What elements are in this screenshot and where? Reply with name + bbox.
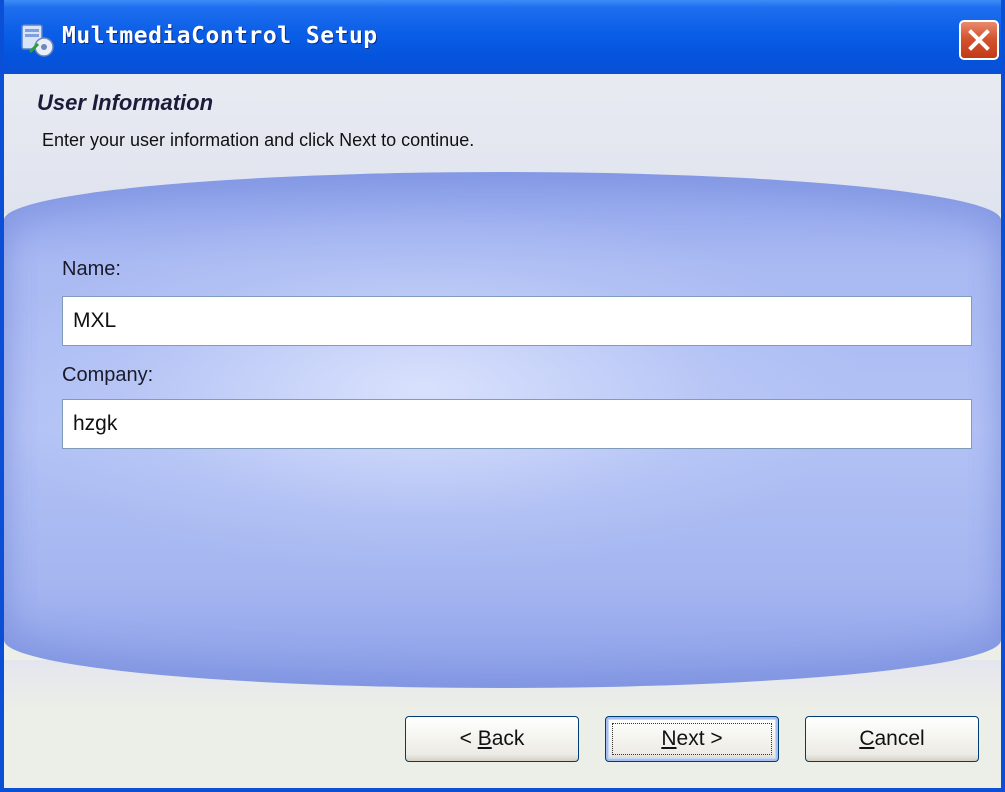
title-bar[interactable]: MultmediaControl Setup — [4, 0, 1001, 74]
page-title: User Information — [37, 90, 214, 115]
page-subtitle: Enter your user information and click Ne… — [42, 130, 475, 150]
cancel-button[interactable]: Cancel — [805, 716, 979, 762]
window-title: MultmediaControl Setup — [62, 23, 378, 49]
cancel-button-rest: ancel — [874, 727, 925, 750]
back-button-mnemonic: B — [477, 727, 492, 750]
next-button[interactable]: Next > — [605, 716, 779, 762]
name-input[interactable] — [62, 296, 972, 346]
close-icon — [968, 29, 990, 51]
focus-rectangle — [612, 723, 772, 755]
back-button-rest: ack — [491, 727, 525, 750]
setup-app-icon — [20, 22, 56, 58]
company-input[interactable] — [62, 399, 972, 449]
back-button[interactable]: < Back — [405, 716, 579, 762]
back-button-prefix: < — [459, 727, 478, 750]
setup-window: MultmediaControl Setup User Information … — [0, 0, 1005, 792]
cancel-button-mnemonic: C — [859, 727, 875, 750]
user-info-panel: Name: Company: — [4, 172, 1001, 688]
name-label: Name: — [62, 258, 121, 280]
company-label: Company: — [62, 364, 154, 386]
close-button[interactable] — [959, 20, 999, 60]
